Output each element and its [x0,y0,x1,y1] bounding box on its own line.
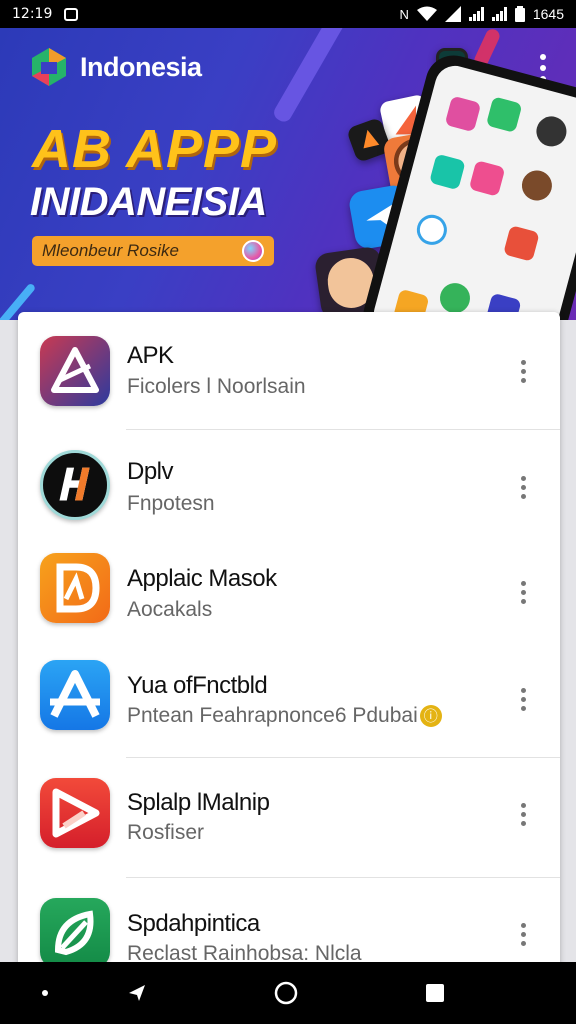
d-letter-icon [40,553,110,623]
app-title: Spdahpintica [127,910,260,937]
brand-name: Indonesia [80,51,202,82]
app-subtitle: Fnpotesn [127,492,215,515]
more-options-icon[interactable] [521,688,527,715]
app-subtitle: Rosfiser [127,821,205,844]
app-subtitle: Pntean Feahrapnonce6 Pdubai ⓘ [127,704,442,728]
status-time: 12:19 [12,6,53,22]
more-options-icon[interactable] [521,803,527,830]
play-arrow-icon [40,778,110,848]
dplv-h-icon [40,450,110,520]
status-bar: 12:19 N 1645 [0,0,576,28]
app-subtitle: Ficolers l Noorlsain [127,375,306,398]
leaf-icon [40,898,110,968]
brand-logo-icon [32,48,66,86]
app-subtitle-text: Pntean Feahrapnonce6 Pdubai [127,704,418,727]
more-options-icon[interactable] [521,476,527,503]
list-item[interactable]: APK Ficolers l Noorlsain [18,312,560,429]
app-title: Splalp lMalnip [127,789,270,816]
promo-banner[interactable]: Indonesia AB APPP INIDANEISIA Mleonbeur … [0,28,576,320]
wifi-alt-icon [444,6,461,22]
app-title: Dplv [127,458,174,485]
cta-orb-icon [242,240,264,262]
notification-icon [64,7,79,21]
list-item[interactable]: Splalp lMalnip Rosfiser [18,758,560,877]
recents-icon[interactable] [420,962,450,1024]
nfc-icon: N [399,6,409,22]
info-badge-icon[interactable]: ⓘ [419,705,442,728]
a-letter-icon [40,660,110,730]
app-title: Applaic Masok [127,565,277,592]
app-list: APK Ficolers l Noorlsain Dplv Fnpotesn A… [18,312,560,992]
list-item[interactable]: Yua ofFnctbld Pntean Feahrapnonce6 Pduba… [18,652,560,757]
app-title: APK [127,342,174,369]
app-subtitle: Aocakals [127,598,213,621]
brand: Indonesia [28,46,202,88]
wifi-icon [416,6,437,21]
apk-triangle-icon [40,336,110,406]
signal-icon [468,7,484,21]
list-item[interactable]: Dplv Fnpotesn [18,430,560,546]
more-options-icon[interactable] [521,581,527,608]
banner-cta-pill[interactable]: Mleonbeur Rosike [32,236,274,266]
assistant-dot-icon[interactable] [30,962,60,1024]
more-options-icon[interactable] [521,360,527,387]
banner-subheadline: INIDANEISIA [30,180,267,224]
list-item[interactable]: Applaic Masok Aocakals [18,546,560,652]
more-options-icon[interactable] [521,923,527,950]
banner-headline: AB APPP [32,119,278,179]
home-icon[interactable] [268,962,304,1024]
battery-text: 1645 [532,6,564,22]
signal-icon-2 [491,7,507,21]
app-title: Yua ofFnctbld [127,672,268,699]
back-icon[interactable] [120,962,154,1024]
screen: 12:19 N 1645 Indonesia AB APPP INIDANEIS… [0,0,576,1024]
banner-cta-label: Mleonbeur Rosike [42,241,180,260]
navigation-bar [0,962,576,1024]
battery-icon [514,6,525,22]
